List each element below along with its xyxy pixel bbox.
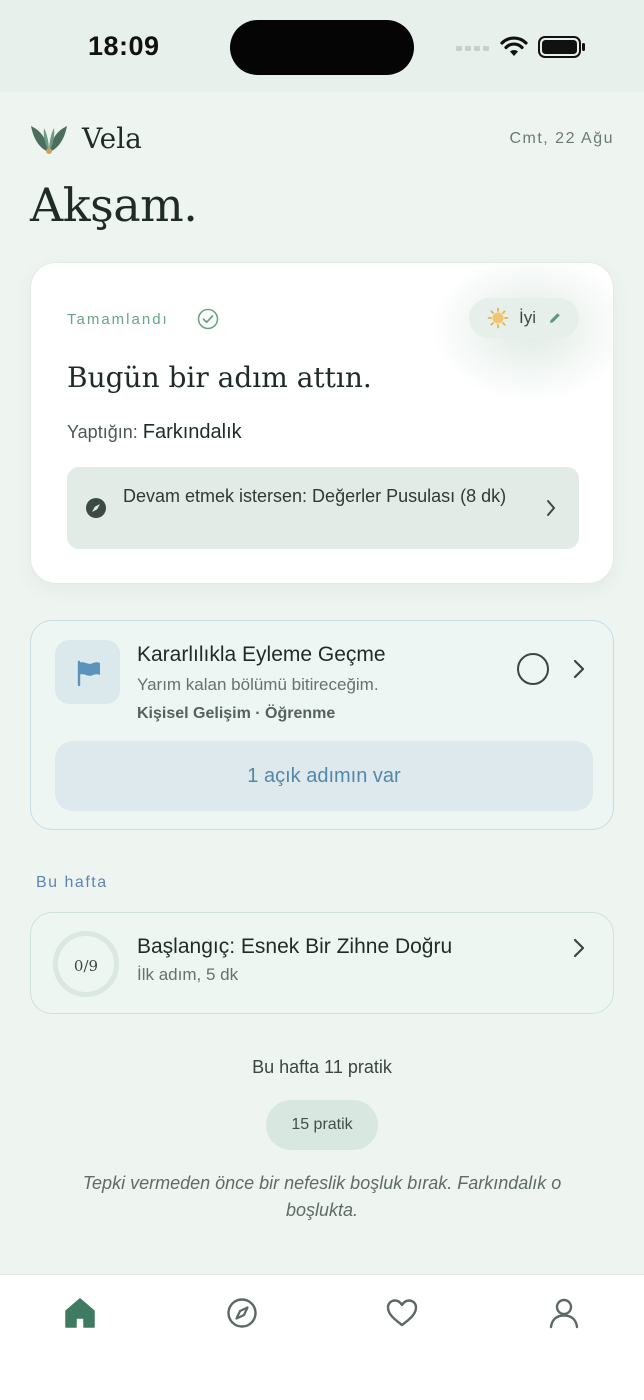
mood-button[interactable]: İyi [469, 298, 579, 338]
today-summary-card: Tamamlandı İyi Bugün bir adım attın. Yap… [30, 262, 614, 584]
signal-icon [456, 46, 489, 51]
program-title: Başlangıç: Esnek Bir Zihne Doğru [137, 935, 453, 958]
check-circle-icon [197, 308, 219, 330]
home-icon [65, 1298, 95, 1328]
dynamic-island [230, 20, 414, 75]
progress-count: 0/9 [73, 957, 99, 975]
tab-explore[interactable] [224, 1295, 260, 1331]
bottom-tab-bar [0, 1274, 644, 1400]
goal-subtitle: Yarım kalan bölümü bitireceğim. [137, 675, 379, 694]
compass-icon [227, 1298, 257, 1328]
completed-label: Tamamlandı [67, 311, 169, 328]
daily-quote: Tepki vermeden önce bir nefeslik boşluk … [82, 1173, 562, 1220]
chevron-right-icon [573, 938, 585, 958]
program-subtitle: İlk adım, 5 dk [137, 965, 239, 984]
wifi-icon [500, 36, 528, 56]
tab-home[interactable] [62, 1295, 98, 1331]
brand-name: Vela [82, 122, 142, 155]
goal-complete-toggle[interactable] [517, 653, 549, 685]
flag-icon [77, 660, 100, 687]
battery-icon [538, 36, 585, 58]
chevron-right-icon [547, 500, 555, 516]
current-date: Cmt, 22 Ağu [509, 130, 614, 147]
user-icon [549, 1298, 579, 1329]
compass-icon [86, 498, 106, 518]
chevron-right-icon[interactable] [572, 658, 586, 680]
program-card[interactable]: 0/9 Başlangıç: Esnek Bir Zihne Doğru İlk… [30, 912, 614, 1014]
status-time: 18:09 [88, 31, 160, 61]
open-steps-button[interactable]: 1 açık adımın var [55, 741, 593, 811]
completed-practice-name: Farkındalık [142, 421, 242, 443]
goal-icon-tile [55, 640, 120, 704]
weekly-practice-count: Bu hafta 11 pratik [252, 1057, 392, 1077]
continue-suggestion-button[interactable]: Devam etmek istersen: Değerler Pusulası … [67, 467, 579, 549]
practice-total-badge[interactable]: 15 pratik [266, 1100, 378, 1150]
today-headline: Bugün bir adım attın. [67, 361, 372, 394]
status-bar: 18:09 [0, 0, 644, 92]
section-this-week: Bu hafta [36, 874, 108, 891]
page-title: Akşam. [30, 178, 198, 232]
goal-tags: Kişisel Gelişim · Öğrenme [137, 705, 336, 722]
pencil-icon [550, 313, 560, 323]
heart-icon [386, 1299, 418, 1327]
goal-title: Kararlılıkla Eyleme Geçme [137, 643, 386, 666]
completed-practice-prefix: Yaptığın: [67, 422, 138, 442]
tab-favorites[interactable] [384, 1295, 420, 1331]
mood-label: İyi [519, 308, 536, 327]
goal-card[interactable]: Kararlılıkla Eyleme Geçme Yarım kalan bö… [30, 620, 614, 830]
vela-logo-icon [31, 126, 67, 154]
completed-practice: Yaptığın: Farkındalık [67, 421, 242, 444]
continue-suggestion-text: Devam etmek istersen: Değerler Pusulası … [123, 486, 507, 506]
sun-icon [487, 307, 509, 329]
tab-profile[interactable] [546, 1295, 582, 1331]
